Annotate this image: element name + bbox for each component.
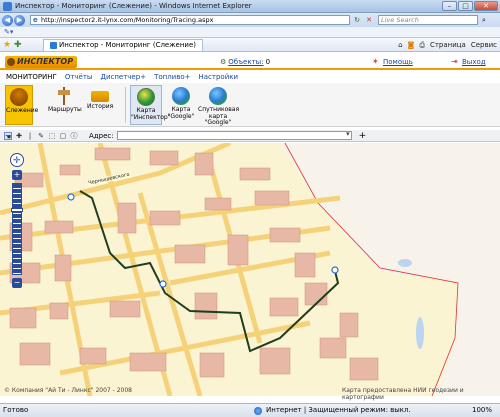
window-controls: – □ ✕ [442,1,498,11]
routes-button[interactable]: Маршруты [48,85,82,125]
window-titlebar: Инспектор - Мониторинг (Слежение) - Wind… [0,0,500,13]
tab-favicon-icon [50,41,57,49]
menu-reports[interactable]: Отчёты [65,72,93,83]
objects-count: 0 [265,58,271,66]
app-header: ИНСПЕКТОР ⚙ Объекты: 0 ✶ Помощь ⇥ Выход [0,55,500,70]
info-icon[interactable]: ⓘ [70,132,78,140]
address-search-plus-icon[interactable]: + [359,131,367,141]
select-box-icon[interactable]: ▢ [59,132,67,140]
tracking-icon [10,88,28,106]
pan-control-icon[interactable] [10,153,24,168]
map-toolbar: ☚ ✚ | ✎ ⬚ ▢ ⓘ Адрес: + [0,130,500,142]
live-search-input[interactable]: Live Search [378,15,478,25]
pond [398,259,412,267]
objects-icon: ⚙ [220,58,227,66]
security-zone[interactable]: Интернет | Защищенный режим: выкл. [266,404,411,417]
pond [416,317,424,349]
address-label: Адрес: [89,131,114,140]
back-button[interactable]: ◀ [2,14,13,26]
tracking-label: Слежение [6,107,39,114]
tab-bar: ★ ✚ Инспектор - Мониторинг (Слежение) ⌂ … [0,38,500,52]
map-satellite-label: Спутниковая карта "Google" [198,106,240,126]
minimize-button[interactable]: – [442,1,457,11]
favorites-star-icon[interactable]: ★ [3,40,14,50]
ie-app-icon [3,1,12,11]
objects-indicator[interactable]: ⚙ Объекты: 0 [220,58,270,66]
stop-icon[interactable]: ✕ [364,15,374,25]
google-globe-icon [172,87,190,105]
tab-title: Инспектор - Мониторинг (Слежение) [59,40,197,49]
routes-icon [55,87,73,105]
map-inspector-icon [137,88,155,106]
ribbon-separator [125,87,126,123]
satellite-globe-icon [209,87,227,105]
zoom-level[interactable]: 100% [472,404,492,417]
zoom-control: + − [10,153,26,291]
feeds-icon[interactable]: ◙ [408,39,415,51]
internet-zone-icon [254,407,262,415]
search-icon[interactable]: ⌕ [479,15,489,25]
routes-label: Маршруты [48,106,82,113]
main-menu: МОНИТОРИНГ Отчёты Диспетчер+ Топливо+ На… [0,72,500,83]
zoom-out-button[interactable]: − [12,278,22,288]
menu-settings[interactable]: Настройки [199,72,239,83]
zoom-in-button[interactable]: + [12,170,22,180]
window-title: Инспектор - Мониторинг (Слежение) - Wind… [15,2,252,10]
route-start-marker[interactable] [67,193,75,201]
map-inspector-label: Карта "Инспектор" [131,107,171,121]
links-bar: ✎▾ [0,27,500,38]
map-google-button[interactable]: Карта "Google" [166,85,196,125]
address-input[interactable] [116,130,352,140]
print-icon[interactable]: ⎙ [419,39,425,51]
objects-label[interactable]: Объекты: [228,58,263,66]
ruler-icon[interactable]: | [26,132,34,140]
history-truck-icon [91,91,109,102]
map-canvas [0,143,500,396]
tools-menu[interactable]: Сервис [471,39,497,51]
map-satellite-button[interactable]: Спутниковая карта "Google" [198,85,240,126]
history-button[interactable]: История [87,85,113,125]
route-end-marker[interactable] [331,266,339,274]
zoom-slider-thumb[interactable] [11,208,23,212]
url-field[interactable]: http://inspector2.it-lynx.com/Monitoring… [30,15,350,25]
help-link[interactable]: Помощь [383,58,413,66]
map-view[interactable] [0,143,500,396]
logout-link[interactable]: Выход [462,58,486,66]
refresh-icon[interactable]: ↻ [352,15,362,25]
tab-inspector[interactable]: Инспектор - Мониторинг (Слежение) [43,38,204,51]
logout-icon[interactable]: ⇥ [451,57,458,66]
map-source-text: Карта предоставлена НИИ геодезии и карто… [342,387,464,401]
maximize-button[interactable]: □ [458,1,473,11]
add-favorites-icon[interactable]: ✚ [14,40,25,50]
links-icon[interactable]: ✎▾ [4,28,13,36]
browser-address-bar: ◀ ▶ http://inspector2.it-lynx.com/Monito… [0,13,500,27]
pencil-icon[interactable]: ✎ [37,132,45,140]
map-google-label: Карта "Google" [167,106,195,120]
zoom-slider[interactable] [11,183,23,275]
inspector-logo: ИНСПЕКТОР [5,55,77,68]
status-bar: Готово Интернет | Защищенный режим: выкл… [0,403,500,417]
map-inspector-button[interactable]: Карта "Инспектор" [130,85,170,125]
menu-monitoring[interactable]: МОНИТОРИНГ [6,72,57,83]
copyright-text: © Компания "Ай Ти - Линкс" 2007 - 2008 [4,387,132,394]
status-text: Готово [3,406,29,414]
zoom-box-icon[interactable]: ⬚ [48,132,56,140]
measure-icon[interactable]: ✚ [15,132,23,140]
menu-fuel[interactable]: Топливо+ [154,72,190,83]
close-button[interactable]: ✕ [474,1,498,11]
history-label: История [87,103,114,110]
route-point-marker[interactable] [159,280,167,288]
tracking-button[interactable]: Слежение [5,85,38,125]
help-icon[interactable]: ✶ [372,57,379,66]
home-icon[interactable]: ⌂ [398,39,402,51]
forward-button[interactable]: ▶ [14,14,25,26]
page-menu[interactable]: Страница [430,39,466,51]
command-bar: ⌂ ◙ ⎙ Страница Сервис [398,39,497,51]
ribbon-toolbar: Слежение Маршруты История Карта "Инспект… [0,83,500,127]
menu-dispatcher[interactable]: Диспетчер+ [100,72,146,83]
pan-hand-icon[interactable]: ☚ [4,131,12,141]
